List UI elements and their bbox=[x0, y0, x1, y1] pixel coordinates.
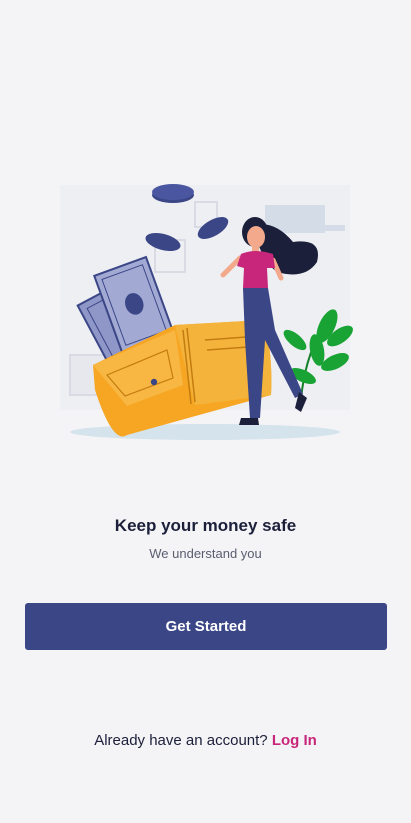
onboarding-title: Keep your money safe bbox=[114, 516, 297, 535]
onboarding-screen: Keep your money safe We understand you G… bbox=[0, 0, 411, 823]
wallet-money-illustration bbox=[55, 180, 355, 445]
login-prompt-text: Already have an account? bbox=[94, 732, 268, 749]
login-prompt-row: Already have an account? Log In bbox=[0, 732, 411, 749]
get-started-button[interactable]: Get Started bbox=[25, 603, 387, 650]
onboarding-subtitle: We understand you bbox=[149, 546, 262, 561]
coin-icon bbox=[152, 184, 194, 200]
login-link[interactable]: Log In bbox=[272, 732, 317, 749]
